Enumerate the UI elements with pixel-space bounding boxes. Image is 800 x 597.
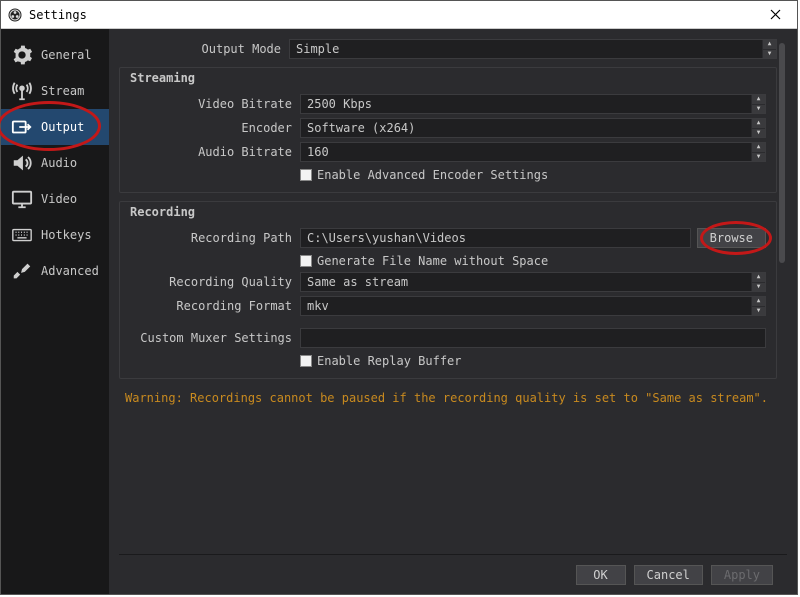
recording-group: Recording Recording Path C:\Users\yushan…: [119, 201, 777, 379]
sidebar-item-label: Output: [41, 120, 84, 134]
main-panel: Output Mode Simple ▲▼ Streaming Video Bi…: [109, 29, 797, 594]
chevron-down-icon[interactable]: ▼: [751, 152, 765, 162]
video-bitrate-input[interactable]: 2500 Kbps ▲▼: [300, 94, 766, 114]
settings-window: Settings General Stream Output Audio: [0, 0, 798, 595]
sidebar-item-stream[interactable]: Stream: [1, 73, 109, 109]
video-bitrate-value: 2500 Kbps: [307, 97, 372, 111]
recording-format-value: mkv: [307, 299, 329, 313]
chevron-down-icon[interactable]: ▼: [751, 128, 765, 138]
keyboard-icon: [11, 224, 33, 246]
chevron-down-icon[interactable]: ▼: [751, 306, 765, 316]
cancel-button[interactable]: Cancel: [634, 565, 703, 585]
recording-format-label: Recording Format: [130, 299, 300, 313]
audio-bitrate-value: 160: [307, 145, 329, 159]
checkbox-icon: [300, 169, 312, 181]
chevron-up-icon[interactable]: ▲: [751, 119, 765, 128]
output-icon: [11, 116, 33, 138]
streaming-legend: Streaming: [130, 71, 195, 85]
output-mode-label: Output Mode: [119, 42, 289, 56]
browse-button[interactable]: Browse: [697, 228, 766, 248]
scrollbar-thumb[interactable]: [779, 43, 785, 263]
sidebar-item-label: Video: [41, 192, 77, 206]
advanced-encoder-label: Enable Advanced Encoder Settings: [317, 168, 548, 182]
monitor-icon: [11, 188, 33, 210]
footer: OK Cancel Apply: [119, 554, 787, 594]
recording-path-label: Recording Path: [130, 231, 300, 245]
tools-icon: [11, 260, 33, 282]
video-bitrate-label: Video Bitrate: [130, 97, 300, 111]
client-area: General Stream Output Audio Video Ho: [1, 29, 797, 594]
recording-quality-value: Same as stream: [307, 275, 408, 289]
recording-quality-select[interactable]: Same as stream ▲▼: [300, 272, 766, 292]
checkbox-icon: [300, 355, 312, 367]
recording-legend: Recording: [130, 205, 195, 219]
output-mode-select[interactable]: Simple ▲▼: [289, 39, 777, 59]
output-mode-row: Output Mode Simple ▲▼: [119, 39, 777, 59]
audio-bitrate-label: Audio Bitrate: [130, 145, 300, 159]
chevron-down-icon[interactable]: ▼: [751, 104, 765, 114]
recording-path-value: C:\Users\yushan\Videos: [307, 231, 466, 245]
recording-path-input[interactable]: C:\Users\yushan\Videos: [300, 228, 691, 248]
chevron-up-icon[interactable]: ▲: [751, 273, 765, 282]
speaker-icon: [11, 152, 33, 174]
replay-buffer-checkbox[interactable]: Enable Replay Buffer: [300, 354, 766, 368]
recording-quality-label: Recording Quality: [130, 275, 300, 289]
output-mode-value: Simple: [296, 42, 339, 56]
ok-button[interactable]: OK: [576, 565, 626, 585]
sidebar-item-label: General: [41, 48, 92, 62]
sidebar-item-hotkeys[interactable]: Hotkeys: [1, 217, 109, 253]
sidebar-item-label: Stream: [41, 84, 84, 98]
sidebar-item-advanced[interactable]: Advanced: [1, 253, 109, 289]
titlebar: Settings: [1, 1, 797, 29]
sidebar-item-audio[interactable]: Audio: [1, 145, 109, 181]
replay-buffer-label: Enable Replay Buffer: [317, 354, 462, 368]
chevron-up-icon[interactable]: ▲: [762, 40, 776, 49]
window-title: Settings: [29, 8, 755, 22]
chevron-up-icon[interactable]: ▲: [751, 297, 765, 306]
sidebar-item-output[interactable]: Output: [1, 109, 109, 145]
encoder-label: Encoder: [130, 121, 300, 135]
sidebar-item-general[interactable]: General: [1, 37, 109, 73]
sidebar-item-label: Hotkeys: [41, 228, 92, 242]
chevron-up-icon[interactable]: ▲: [751, 143, 765, 152]
sidebar: General Stream Output Audio Video Ho: [1, 29, 109, 594]
warning-text: Warning: Recordings cannot be paused if …: [119, 387, 777, 405]
chevron-down-icon[interactable]: ▼: [751, 282, 765, 292]
encoder-select[interactable]: Software (x264) ▲▼: [300, 118, 766, 138]
scrollbar[interactable]: [777, 39, 787, 554]
audio-bitrate-select[interactable]: 160 ▲▼: [300, 142, 766, 162]
close-button[interactable]: [755, 1, 795, 29]
checkbox-icon: [300, 255, 312, 267]
gear-icon: [11, 44, 33, 66]
antenna-icon: [11, 80, 33, 102]
sidebar-item-label: Audio: [41, 156, 77, 170]
app-icon: [7, 7, 23, 23]
no-space-checkbox[interactable]: Generate File Name without Space: [300, 254, 766, 268]
muxer-input[interactable]: [300, 328, 766, 348]
apply-button[interactable]: Apply: [711, 565, 773, 585]
no-space-label: Generate File Name without Space: [317, 254, 548, 268]
advanced-encoder-checkbox[interactable]: Enable Advanced Encoder Settings: [300, 168, 766, 182]
encoder-value: Software (x264): [307, 121, 415, 135]
chevron-down-icon[interactable]: ▼: [762, 49, 776, 59]
muxer-label: Custom Muxer Settings: [130, 331, 300, 345]
streaming-group: Streaming Video Bitrate 2500 Kbps ▲▼: [119, 67, 777, 193]
sidebar-item-video[interactable]: Video: [1, 181, 109, 217]
chevron-up-icon[interactable]: ▲: [751, 95, 765, 104]
sidebar-item-label: Advanced: [41, 264, 99, 278]
recording-format-select[interactable]: mkv ▲▼: [300, 296, 766, 316]
